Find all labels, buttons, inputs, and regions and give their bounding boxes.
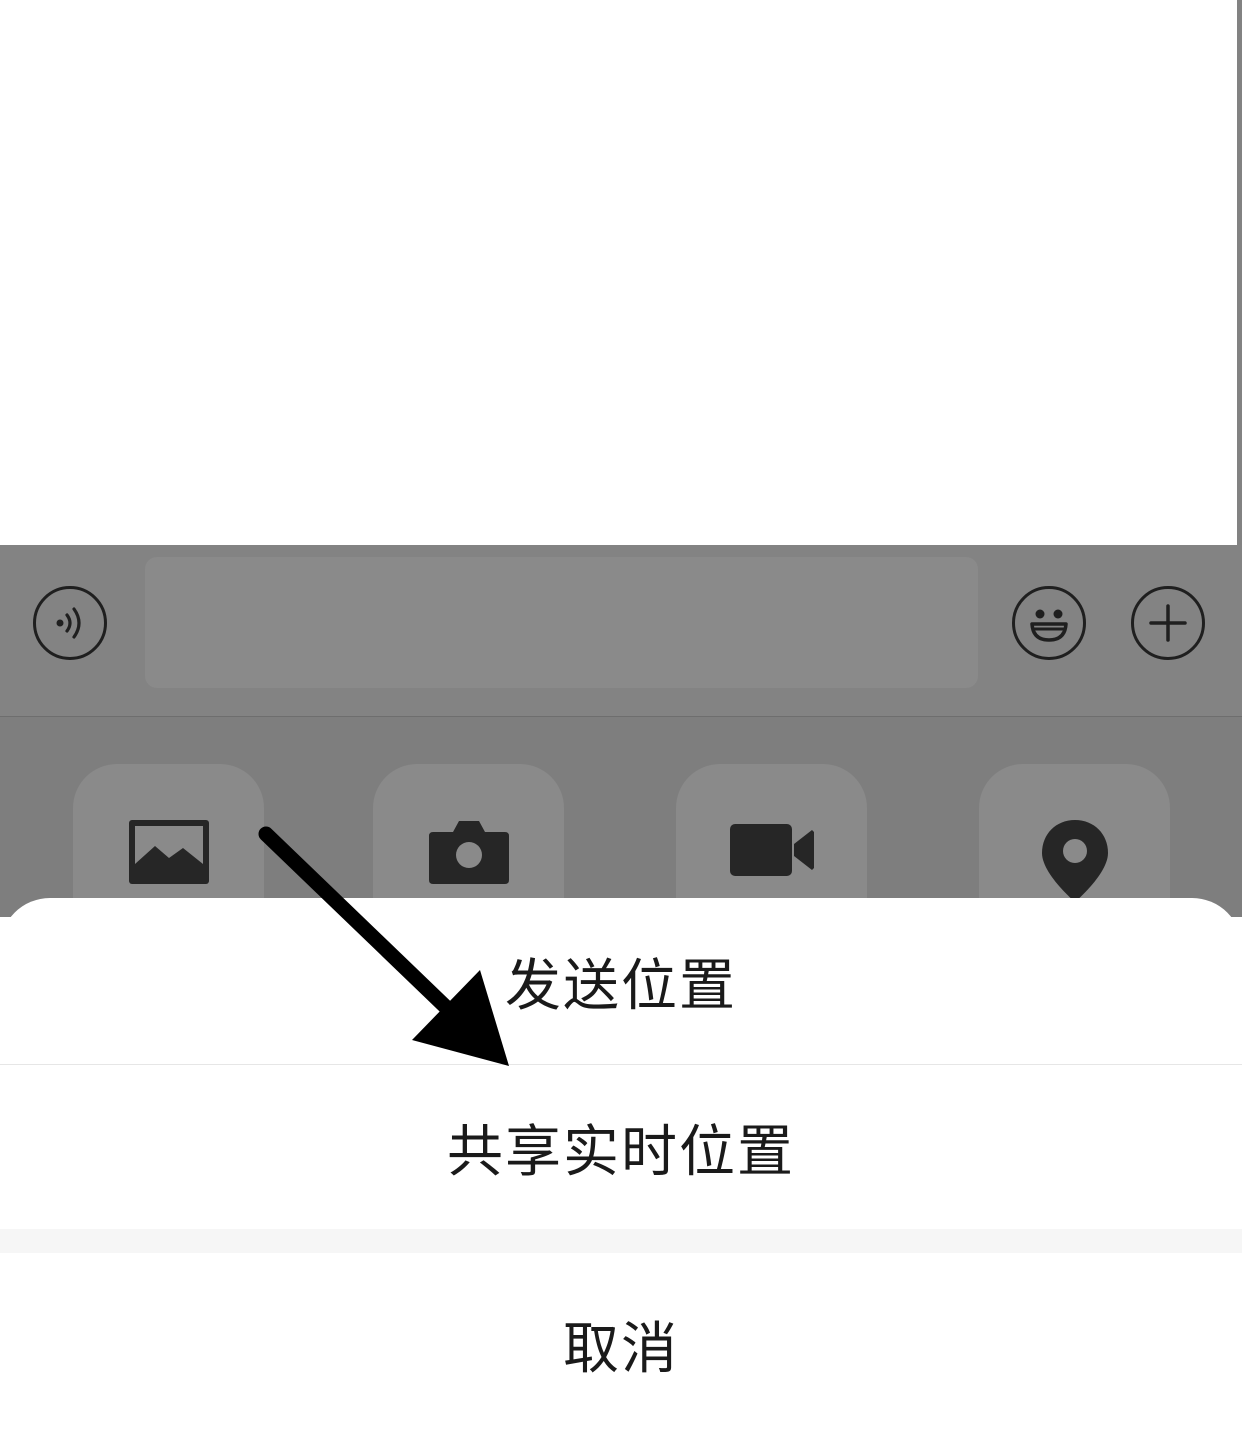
send-location-option[interactable]: 发送位置 (0, 898, 1242, 1064)
share-live-location-label: 共享实时位置 (447, 1119, 795, 1185)
location-pin-icon (1041, 820, 1108, 902)
share-live-location-option[interactable]: 共享实时位置 (0, 1065, 1242, 1229)
message-input[interactable] (145, 557, 978, 688)
send-location-label: 发送位置 (505, 953, 737, 1019)
voice-wave-icon (56, 607, 81, 639)
image-icon (128, 820, 209, 884)
video-camera-icon (729, 824, 814, 876)
camera-icon (428, 821, 509, 884)
chat-message-area (0, 0, 1237, 545)
cancel-label: 取消 (563, 1317, 679, 1382)
dim-edge (1237, 0, 1242, 545)
sheet-gap (0, 1229, 1242, 1253)
more-button[interactable] (1131, 586, 1205, 660)
voice-button[interactable] (33, 586, 107, 660)
plus-icon (1149, 604, 1187, 642)
smiley-icon (1030, 609, 1068, 642)
location-action-sheet: 发送位置 共享实时位置 取消 (0, 898, 1242, 1436)
cancel-button[interactable]: 取消 (0, 1253, 1242, 1436)
emoji-button[interactable] (1012, 586, 1086, 660)
